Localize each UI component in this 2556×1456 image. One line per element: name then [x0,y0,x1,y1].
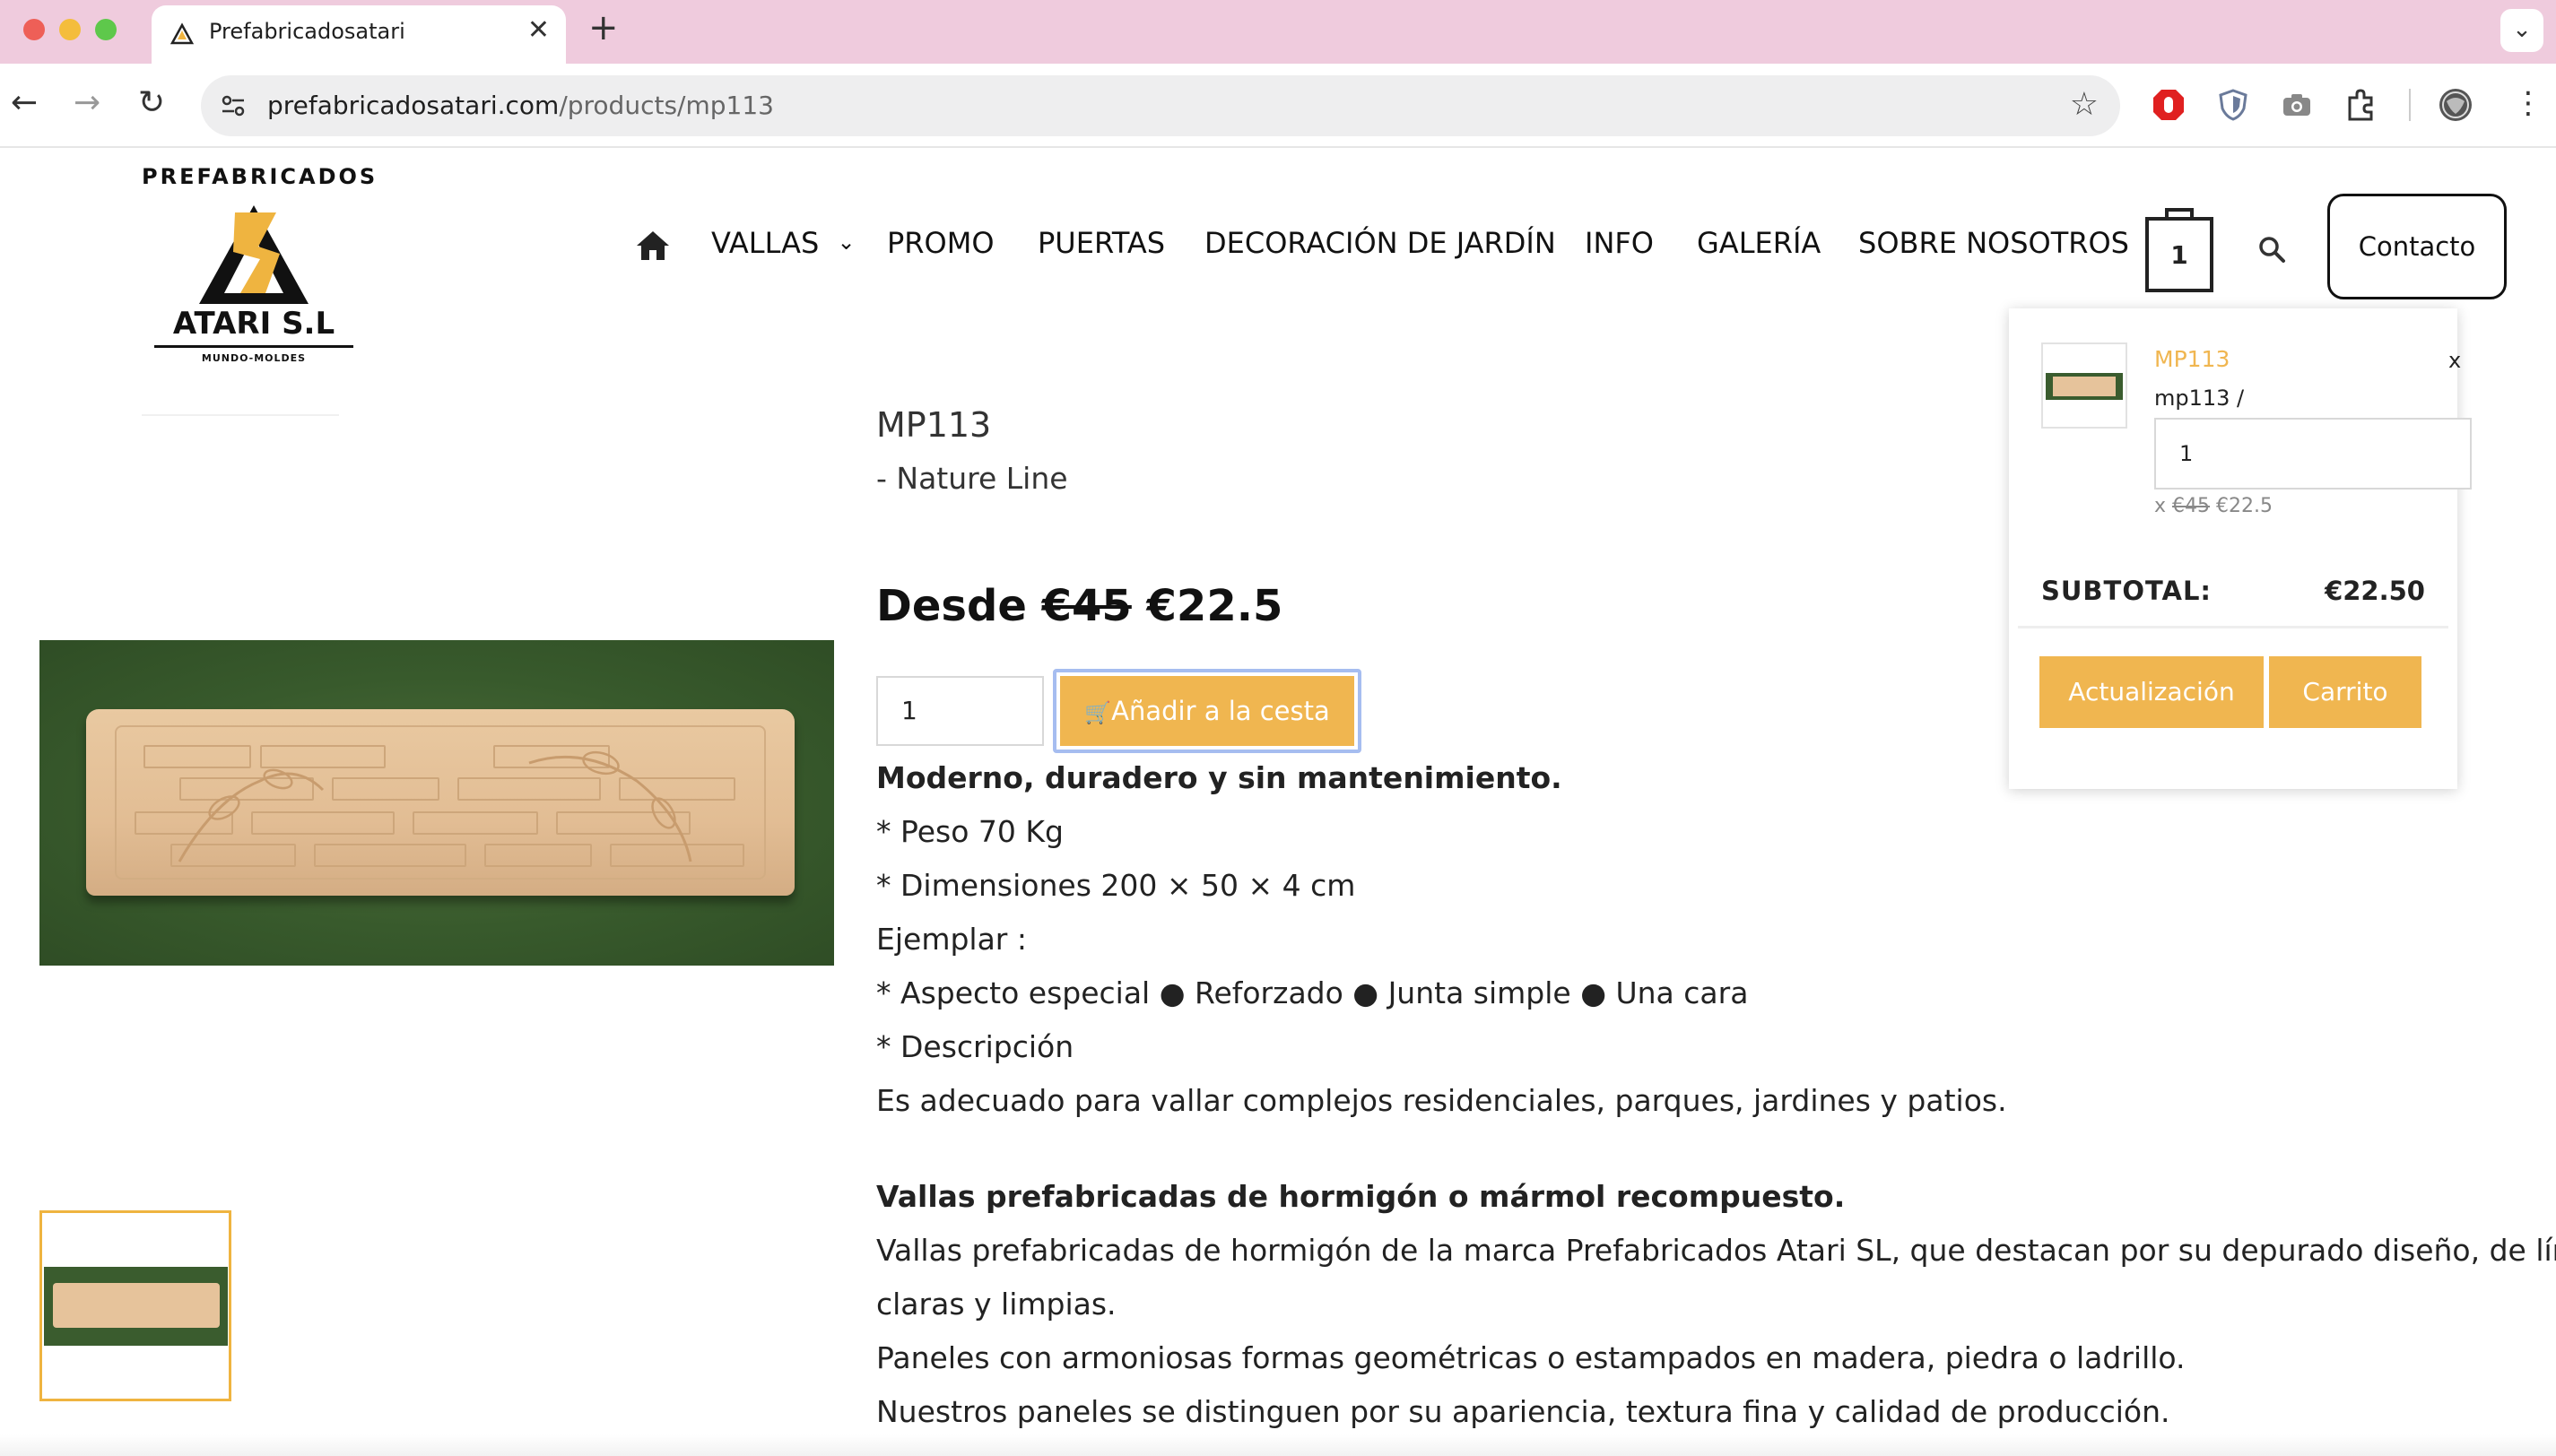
url-text[interactable]: prefabricadosatari.com/products/mp113 [267,91,774,120]
toolbar-divider [2409,89,2411,121]
address-bar[interactable]: prefabricadosatari.com/products/mp113 ☆ [201,75,2120,136]
description-heading: Vallas prefabricadas de hormigón o mármo… [876,1179,1846,1214]
price-new: €22.5 [1146,581,1283,631]
add-to-cart-label: Añadir a la cesta [1111,696,1330,726]
browser-toolbar: ← → ↻ prefabricadosatari.com/products/mp… [0,64,2556,148]
description-line: claras y limpias. [876,1287,1117,1322]
tab-close-icon[interactable]: ✕ [527,14,550,46]
mini-cart-quantity-input[interactable]: 1 [2154,418,2472,490]
forward-button[interactable]: → [74,83,100,123]
logo-top-text: PREFABRICADOS [142,164,378,189]
nav-item-label: VALLAS [711,226,820,260]
mini-cart-item-name[interactable]: MP113 [2154,346,2230,372]
description-line: Moderno, duradero y sin mantenimiento. [876,760,1562,795]
nav-item-decoracion[interactable]: DECORACIÓN DE JARDÍN [1204,226,1556,260]
back-button[interactable]: ← [11,83,38,123]
browser-tab-active[interactable]: Prefabricadosatari ✕ [152,5,566,64]
chevron-down-icon: ⌄ [837,230,856,255]
mini-cart-view-cart-button[interactable]: Carrito [2269,656,2421,728]
quantity-input[interactable]: 1 [876,676,1044,746]
screenshot-camera-icon[interactable] [2279,87,2315,123]
product-main-image[interactable] [39,640,834,966]
search-icon[interactable] [2257,235,2286,264]
nav-item-galeria[interactable]: GALERÍA [1697,226,1821,260]
site-favicon-icon [170,22,195,45]
thumbnail-panel [53,1283,220,1328]
logo-name-text: ATARI S.L [172,306,335,342]
url-host: prefabricadosatari.com [267,91,560,120]
description-line: * Descripción [876,1029,1074,1064]
bookmark-star-icon[interactable]: ☆ [2070,86,2099,123]
mini-cart-remove-button[interactable]: x [2448,348,2461,373]
logo-triangle-mark [199,205,309,304]
description-line: Paneles con armoniosas formas geométrica… [876,1340,2186,1375]
logo-divider [142,414,339,416]
browser-tab-strip: Prefabricadosatari ✕ + ⌄ [0,0,2556,64]
extensions-puzzle-icon[interactable] [2343,87,2378,123]
description-line: Es adecuado para vallar complejos reside… [876,1083,2007,1118]
logo-tagline: MUNDO-MOLDES [201,352,307,364]
mini-cart-popup: MP113 x mp113 / 1 x €45 €22.5 SUBTOTAL: … [2009,308,2472,789]
description-line: * Dimensiones 200 × 50 × 4 cm [876,868,1356,903]
add-to-cart-button[interactable]: 🛒Añadir a la cesta [1053,669,1361,753]
mini-cart-thumbnail-image [2046,373,2123,400]
product-collection: - Nature Line [876,461,1068,496]
nav-item-vallas[interactable]: VALLAS ⌄ [711,226,856,260]
new-tab-button[interactable]: + [588,7,619,48]
profile-avatar-icon[interactable] [2438,87,2473,123]
product-thumbnail[interactable] [39,1210,231,1401]
mini-cart-price-prefix: x [2154,495,2167,517]
product-price: Desde €45 €22.5 [876,581,1282,631]
product-title: MP113 [876,405,992,445]
cart-bag-button[interactable]: 1 [2143,203,2215,294]
mini-cart-subtotal-label: SUBTOTAL: [2041,576,2213,606]
panel-relief [115,725,766,880]
mini-cart-subtotal-value: €22.50 [2325,576,2425,606]
tab-title: Prefabricadosatari [209,19,405,44]
nav-item-info[interactable]: INFO [1585,226,1654,260]
thumbnail-image [44,1267,228,1346]
mini-cart-item-thumbnail[interactable] [2041,342,2127,429]
logo-underline [154,345,353,348]
description-line: Ejemplar : [876,922,1027,957]
browser-menu-button[interactable]: ⋮ [2513,83,2543,123]
mini-cart-divider [2018,626,2448,628]
mini-cart-item-price: x €45 €22.5 [2154,495,2273,517]
leaf-vine-pattern [178,750,692,862]
privacy-shield-extension-icon[interactable] [2215,87,2251,123]
tab-search-button[interactable]: ⌄ [2500,9,2543,52]
description-line: * Peso 70 Kg [876,814,1064,849]
site-logo[interactable]: PREFABRICADOS ATARI S.L MUNDO-MOLDES [142,164,378,372]
mini-cart-price-old: €45 [2172,495,2211,517]
cart-icon: 🛒 [1084,700,1112,725]
reload-button[interactable]: ↻ [138,83,165,123]
add-to-cart-inner: 🛒Añadir a la cesta [1060,676,1354,746]
nav-item-sobre-nosotros[interactable]: SOBRE NOSOTROS [1858,226,2129,260]
url-path: /products/mp113 [559,91,774,120]
mini-cart-item-variant: mp113 / [2154,386,2245,411]
mini-cart-price-new: €22.5 [2216,495,2273,517]
mini-cart-update-button[interactable]: Actualización [2039,656,2264,728]
cart-count-badge: 1 [2170,240,2188,270]
contact-button[interactable]: Contacto [2327,194,2507,299]
mini-cart-thumbnail-panel [2053,377,2116,396]
nav-item-promo[interactable]: PROMO [887,226,995,260]
adblock-extension-icon[interactable] [2151,87,2187,123]
description-line: * Aspecto especial ● Reforzado ● Junta s… [876,975,1749,1010]
nav-item-puertas[interactable]: PUERTAS [1038,226,1165,260]
price-prefix: Desde [876,581,1027,631]
fence-panel-illustration [86,709,795,896]
home-icon[interactable] [635,230,671,262]
price-old: €45 [1041,581,1132,631]
window-minimize-button[interactable] [59,19,81,40]
page-bottom-edge [0,1434,2556,1456]
description-line: Nuestros paneles se distinguen por su ap… [876,1394,2170,1429]
description-line: Vallas prefabricadas de hormigón de la m… [876,1233,2556,1268]
window-close-button[interactable] [23,19,45,40]
site-settings-icon[interactable] [219,91,248,120]
window-maximize-button[interactable] [95,19,117,40]
